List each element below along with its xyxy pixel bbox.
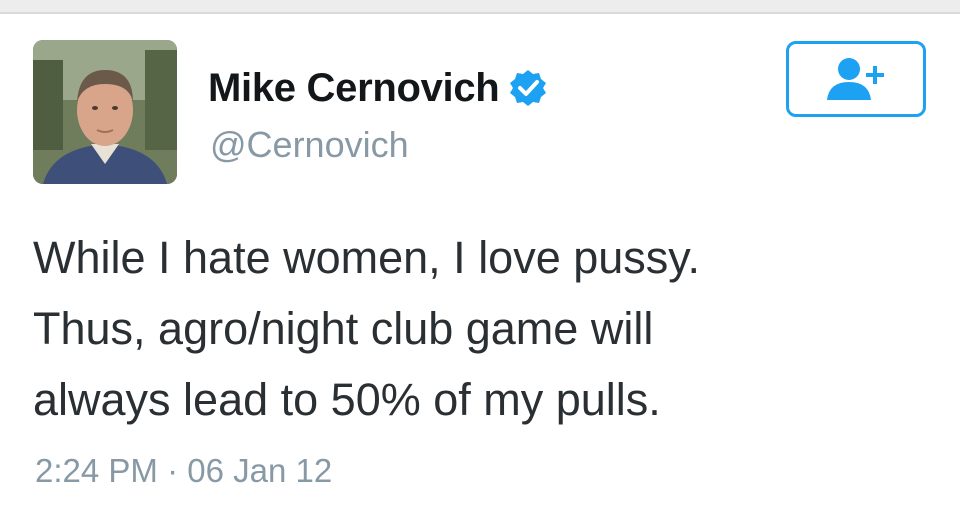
top-divider xyxy=(0,0,960,14)
display-name[interactable]: Mike Cernovich xyxy=(208,66,500,111)
avatar[interactable] xyxy=(33,40,177,184)
tweet-line: always lead to 50% of my pulls. xyxy=(33,374,661,425)
tweet-line: While I hate women, I love pussy. xyxy=(33,232,700,283)
timestamp-separator: · xyxy=(167,452,179,489)
add-user-icon xyxy=(827,58,884,100)
tweet-time: 2:24 PM xyxy=(35,452,158,489)
verified-badge-icon xyxy=(509,69,547,107)
tweet-line: Thus, agro/night club game will xyxy=(33,303,654,354)
profile-photo xyxy=(33,40,177,184)
tweet-timestamp[interactable]: 2:24 PM · 06 Jan 12 xyxy=(35,452,332,490)
tweet-date: 06 Jan 12 xyxy=(187,452,333,489)
name-row: Mike Cernovich xyxy=(208,58,547,118)
tweet-text: While I hate women, I love pussy. Thus, … xyxy=(33,222,933,435)
user-handle[interactable]: @Cernovich xyxy=(210,124,409,166)
follow-button[interactable] xyxy=(786,41,926,117)
